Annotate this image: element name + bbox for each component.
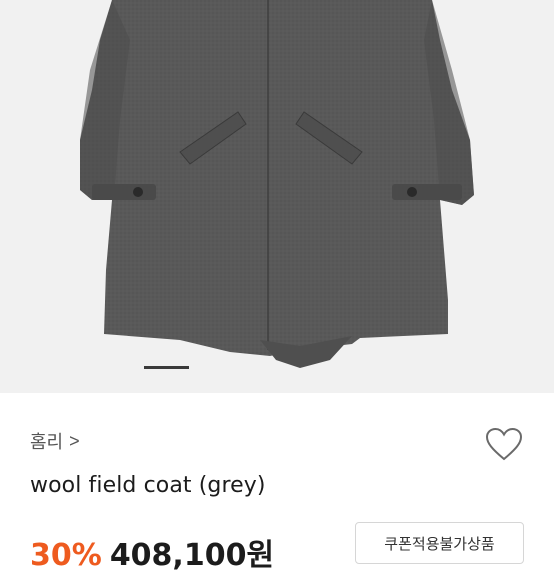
sale-price: 408,100원	[109, 538, 275, 573]
coupon-badge: 쿠폰적용불가상품	[355, 522, 524, 564]
coat-illustration	[80, 0, 474, 368]
brand-link[interactable]: 홈리 >	[30, 428, 80, 454]
discount-rate: 30%	[30, 538, 102, 573]
like-button[interactable]	[484, 424, 524, 464]
brand-name[interactable]: 홈리	[30, 428, 63, 454]
carousel-indicator[interactable]	[144, 366, 189, 369]
product-title: wool field coat (grey)	[30, 473, 266, 498]
heart-outline-icon	[485, 427, 523, 461]
product-image[interactable]	[0, 0, 554, 393]
chevron-right-icon: >	[69, 430, 80, 451]
price-row: 30% 408,100원	[30, 530, 274, 574]
